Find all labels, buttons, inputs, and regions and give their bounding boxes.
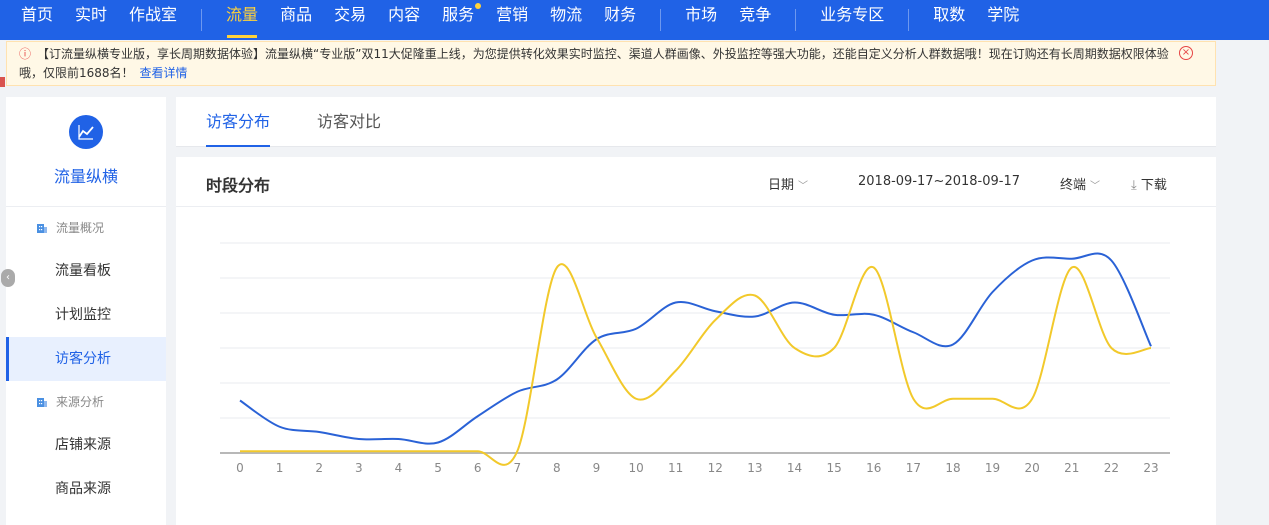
chart-header: 时段分布 日期 ﹀ 2018-09-17~2018-09-17 终端 ﹀ ⤓ 下载 — [176, 157, 1216, 207]
nav-separator — [660, 9, 662, 31]
sidebar-group: 来源分析 — [6, 381, 166, 423]
x-tick-label: 7 — [513, 461, 521, 475]
x-tick-label: 12 — [708, 461, 723, 475]
tab-visitor-compare[interactable]: 访客对比 — [317, 97, 381, 147]
device-select[interactable]: 终端 ﹀ — [1060, 174, 1100, 193]
date-type-label: 日期 — [768, 178, 795, 193]
nav-item[interactable]: 作战室 — [118, 0, 188, 40]
promo-notice: ⓘ 【订流量纵横专业版，享长周期数据体验】流量纵横“专业版”双11大促隆重上线，为… — [6, 41, 1216, 86]
notification-dot — [475, 3, 482, 9]
x-tick-label: 17 — [906, 461, 921, 475]
x-tick-label: 21 — [1064, 461, 1079, 475]
x-tick-label: 3 — [355, 461, 363, 475]
notice-text: 【订流量纵横专业版，享长周期数据体验】流量纵横“专业版”双11大促隆重上线，为您… — [19, 47, 1169, 80]
nav-separator — [795, 9, 797, 31]
notice-detail-link[interactable]: 查看详情 — [140, 66, 188, 80]
nav-item[interactable]: 竞争 — [728, 0, 782, 40]
nav-item[interactable]: 服务 — [431, 0, 485, 40]
x-tick-label: 22 — [1104, 461, 1119, 475]
nav-item[interactable]: 实时 — [64, 0, 118, 40]
sidebar-menu: 流量概况流量看板 计划监控 访客分析来源分析店铺来源 商品来源 — [6, 207, 166, 511]
top-navigation: 首页 实时 作战室 流量 商品 交易 内容 服务 营销 物流 财务 市场 竞争 业务专区 取数 学院 — [0, 0, 1269, 40]
x-tick-label: 8 — [553, 461, 561, 475]
building-icon — [37, 398, 47, 407]
download-icon: ⤓ — [1131, 178, 1137, 193]
chevron-down-icon: ﹀ — [798, 181, 809, 192]
x-tick-label: 15 — [826, 461, 841, 475]
building-icon — [37, 224, 47, 233]
x-tick-label: 5 — [434, 461, 442, 475]
x-tick-label: 10 — [628, 461, 643, 475]
date-range-picker[interactable]: 2018-09-17~2018-09-17 — [858, 174, 1020, 189]
nav-group: 首页 实时 作战室 — [10, 0, 188, 40]
x-tick-label: 13 — [747, 461, 762, 475]
sidebar-group: 流量概况 — [6, 207, 166, 249]
nav-item[interactable]: 商品 — [269, 0, 323, 40]
download-label: 下载 — [1140, 178, 1167, 193]
sidebar-group-label: 流量概况 — [56, 221, 105, 235]
device-label: 终端 — [1060, 178, 1087, 193]
nav-item[interactable]: 首页 — [10, 0, 64, 40]
nav-item[interactable]: 财务 — [593, 0, 647, 40]
nav-item[interactable]: 内容 — [377, 0, 431, 40]
nav-item[interactable]: 流量 — [215, 0, 269, 40]
download-button[interactable]: ⤓ 下载 — [1131, 174, 1167, 193]
nav-item[interactable]: 营销 — [485, 0, 539, 40]
x-tick-label: 6 — [474, 461, 482, 475]
series-line-2[interactable] — [240, 263, 1152, 466]
collapse-icon[interactable]: ‹ — [1, 269, 15, 287]
nav-item[interactable]: 市场 — [674, 0, 728, 40]
nav-item[interactable]: 业务专区 — [809, 0, 895, 40]
x-tick-label: 11 — [668, 461, 683, 475]
nav-group: 市场 竞争 — [674, 0, 782, 40]
close-icon[interactable]: × — [1179, 46, 1193, 60]
edge-marker — [0, 77, 5, 87]
chart-panel: 时段分布 日期 ﹀ 2018-09-17~2018-09-17 终端 ﹀ ⤓ 下载 … — [176, 157, 1216, 525]
x-tick-label: 16 — [866, 461, 881, 475]
panel-title: 时段分布 — [206, 176, 271, 195]
x-tick-label: 20 — [1025, 461, 1040, 475]
sidebar-item[interactable]: 流量看板 — [6, 249, 166, 293]
tab-visitor-distribution[interactable]: 访客分布 — [206, 97, 271, 147]
sidebar-title: 流量纵横 — [53, 167, 118, 186]
nav-item[interactable]: 交易 — [323, 0, 377, 40]
date-type-select[interactable]: 日期 ﹀ — [768, 174, 808, 193]
line-chart: 0 1 2 3 4 5 6 7 8 9 10 11 12 13 14 15 16 17 18 19 20 21 22 23 — [220, 242, 1170, 475]
series-line-1[interactable] — [239, 252, 1152, 445]
nav-group: 取数 学院 — [922, 0, 1030, 40]
nav-group: 流量 商品 交易 内容 服务 营销 物流 财务 — [215, 0, 647, 40]
sidebar-group-label: 来源分析 — [56, 395, 105, 409]
chevron-down-icon: ﹀ — [1090, 181, 1101, 192]
sidebar-header: 流量纵横 — [6, 97, 166, 207]
x-tick-label: 1 — [276, 461, 284, 475]
nav-group: 业务专区 — [809, 0, 895, 40]
nav-item[interactable]: 物流 — [539, 0, 593, 40]
x-tick-label: 14 — [787, 461, 802, 475]
sidebar: 流量纵横 流量概况流量看板 计划监控 访客分析来源分析店铺来源 商品来源 ‹ — [1, 97, 166, 525]
x-tick-label: 0 — [236, 461, 244, 475]
sidebar-item[interactable]: 访客分析 — [6, 337, 166, 381]
tab-bar: 访客分布 访客对比 — [176, 97, 1216, 147]
nav-item[interactable]: 学院 — [976, 0, 1030, 40]
x-tick-label: 9 — [593, 461, 601, 475]
sidebar-item[interactable]: 商品来源 — [6, 467, 166, 511]
x-tick-label: 18 — [945, 461, 960, 475]
nav-item[interactable]: 取数 — [922, 0, 976, 40]
sidebar-item[interactable]: 计划监控 — [6, 293, 166, 337]
warning-icon: ⓘ — [19, 47, 32, 61]
nav-separator — [908, 9, 910, 31]
x-tick-label: 19 — [985, 461, 1000, 475]
chart-line-icon — [69, 115, 103, 149]
x-tick-label: 4 — [395, 461, 403, 475]
x-tick-label: 23 — [1143, 461, 1158, 475]
nav-separator — [201, 9, 203, 31]
sidebar-item[interactable]: 店铺来源 — [6, 423, 166, 467]
x-tick-label: 2 — [315, 461, 323, 475]
